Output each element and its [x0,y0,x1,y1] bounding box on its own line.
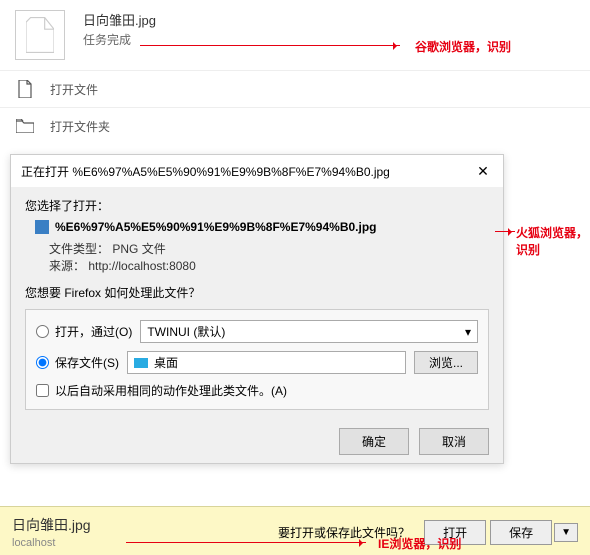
image-icon [35,220,49,234]
options-group: 打开，通过(O) TWINUI (默认) ▾ 保存文件(S) 桌面 浏览... … [25,309,489,410]
source-label: 来源： [49,259,85,273]
save-file-label: 保存文件(S) [55,354,119,371]
download-info: 日向雏田.jpg 任务完成 [83,10,156,48]
folder-icon [15,116,35,136]
ie-save-button[interactable]: 保存 [490,520,552,545]
open-with-label: 打开，通过(O) [55,323,132,340]
open-with-app: TWINUI (默认) [147,323,225,340]
ie-filename: 日向雏田.jpg [12,515,278,535]
firefox-save-dialog: 正在打开 %E6%97%A5%E5%90%91%E9%9B%8F%E7%94%B… [10,154,504,464]
source-row: 来源： http://localhost:8080 [49,257,489,274]
remember-label: 以后自动采用相同的动作处理此类文件。(A) [55,382,287,399]
chrome-download-panel: 日向雏田.jpg 任务完成 打开文件 打开文件夹 [0,0,590,149]
dialog-buttons: 确定 取消 [11,420,503,463]
file-thumbnail [15,10,65,60]
open-file-label: 打开文件 [50,81,98,98]
browse-button[interactable]: 浏览... [414,351,478,374]
ie-source: localhost [12,537,278,549]
source-value: http://localhost:8080 [88,259,195,273]
file-row: %E6%97%A5%E5%90%91%E9%9B%8F%E7%94%B0.jpg [35,220,489,234]
filetype-row: 文件类型： PNG 文件 [49,240,489,257]
open-folder-label: 打开文件夹 [50,118,110,135]
arrow-firefox [495,231,515,232]
close-button[interactable]: ✕ [473,161,493,181]
download-filename: 日向雏田.jpg [83,10,156,29]
annotation-firefox: 火狐浏览器，识别 [516,224,590,258]
cancel-button[interactable]: 取消 [419,428,489,455]
file-icon [15,79,35,99]
save-target-label: 桌面 [154,354,178,371]
ok-button[interactable]: 确定 [339,428,409,455]
save-target: 桌面 [127,351,406,374]
handle-question: 您想要 Firefox 如何处理此文件？ [25,284,489,301]
dialog-title: 正在打开 %E6%97%A5%E5%90%91%E9%9B%8F%E7%94%B… [21,163,390,180]
annotation-chrome: 谷歌浏览器，识别 [415,38,511,55]
arrow-ie [126,542,366,543]
ie-save-dropdown[interactable]: ▼ [554,523,578,542]
open-with-radio[interactable] [36,325,49,338]
dialog-filename: %E6%97%A5%E5%90%91%E9%9B%8F%E7%94%B0.jpg [55,220,377,234]
open-prompt: 您选择了打开： [25,197,489,214]
open-with-select[interactable]: TWINUI (默认) ▾ [140,320,478,343]
annotation-ie: IE浏览器，识别 [378,535,461,552]
ie-notification-bar: 日向雏田.jpg localhost 要打开或保存此文件吗？ 打开 保存 ▼ [0,506,590,555]
open-folder-action[interactable]: 打开文件夹 [0,107,590,144]
open-file-action[interactable]: 打开文件 [0,70,590,107]
remember-checkbox[interactable] [36,384,49,397]
save-file-radio[interactable] [36,356,49,369]
dialog-titlebar: 正在打开 %E6%97%A5%E5%90%91%E9%9B%8F%E7%94%B… [11,155,503,187]
filetype-value: PNG 文件 [112,242,165,256]
arrow-chrome [140,45,400,46]
filetype-label: 文件类型： [49,242,109,256]
chevron-down-icon: ▾ [465,325,471,339]
desktop-icon [134,358,148,368]
